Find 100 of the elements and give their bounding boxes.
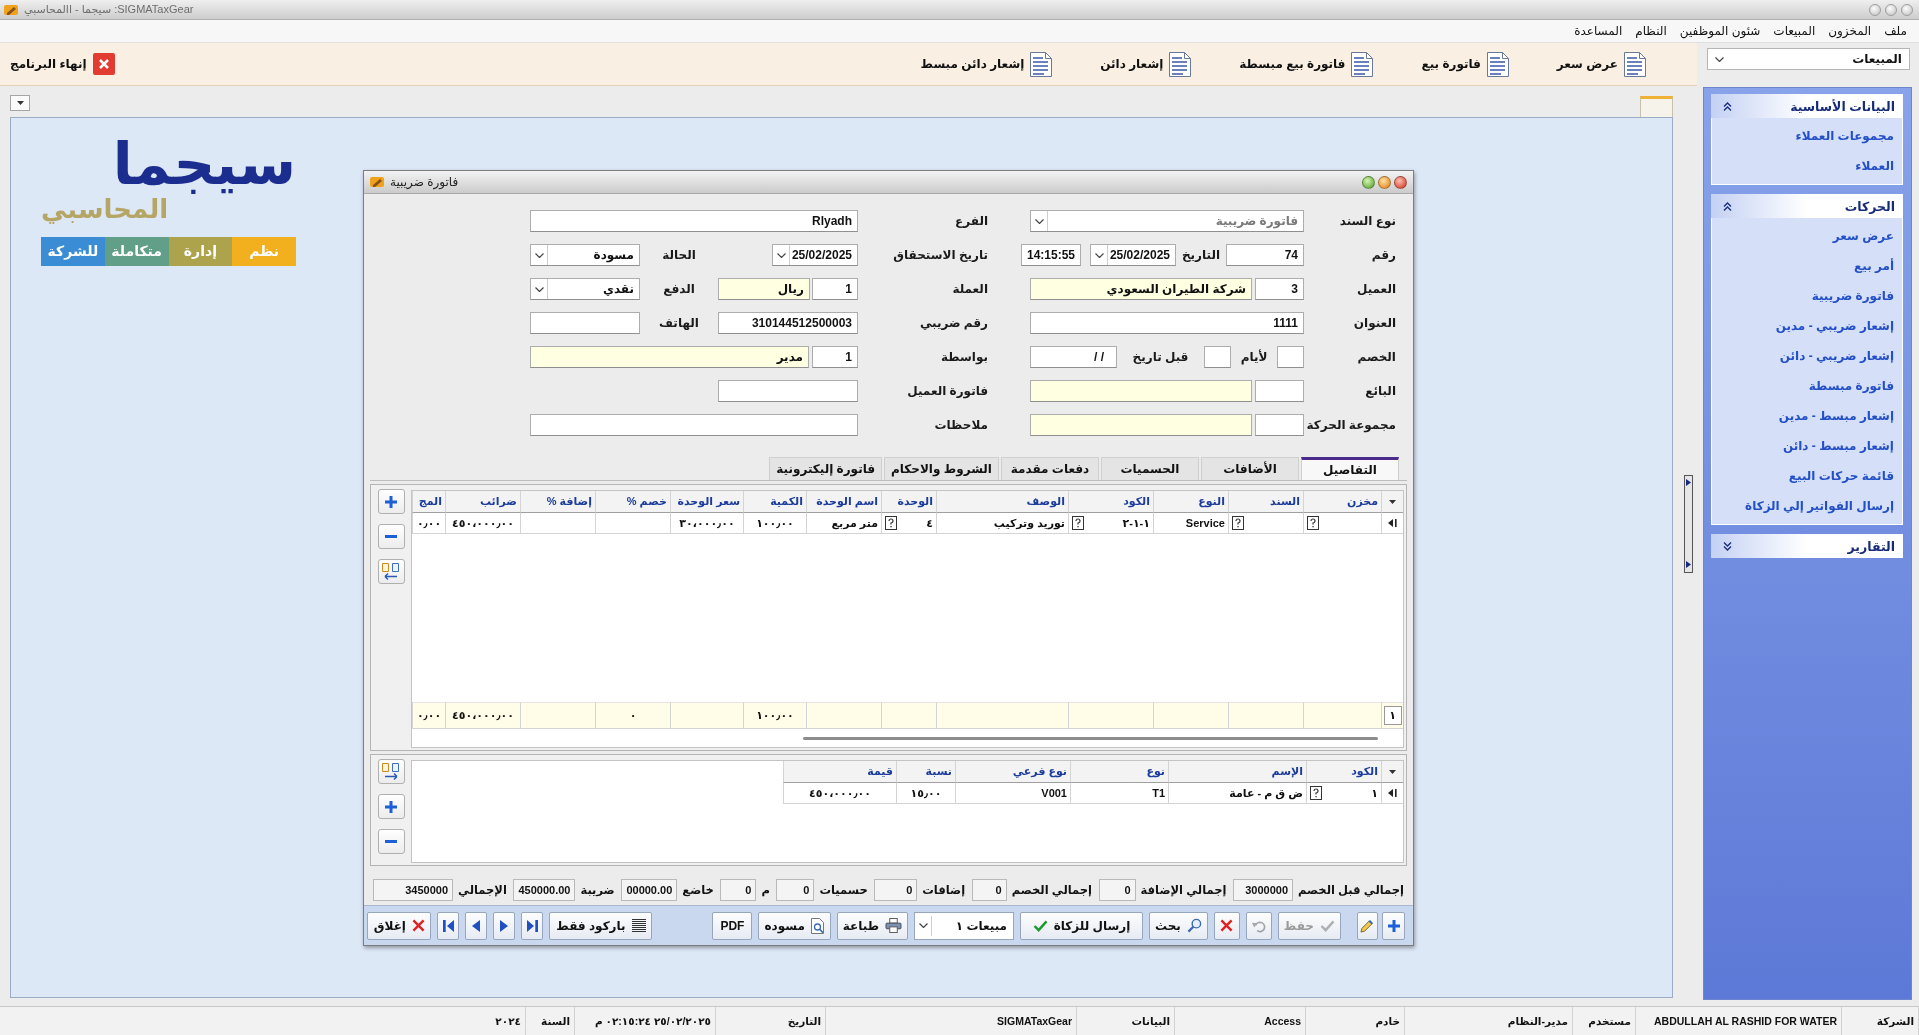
sidebar-item[interactable]: إرسال الفواتير إلي الزكاة [1712,491,1902,521]
group-code-field[interactable] [1255,414,1304,436]
sidebar-item[interactable]: مجموعات العملاء [1712,121,1902,151]
sidebar-item[interactable]: إشعار ضريبي - مدين [1712,311,1902,341]
sidebar-item[interactable]: فاتورة مبسطة [1712,371,1902,401]
payment-select[interactable]: نقدي [530,278,640,300]
close-button[interactable]: إغلاق [367,911,432,940]
toolbar-button[interactable]: عرض سعر [1554,47,1648,81]
menu-item[interactable]: المساعدة [1574,24,1623,38]
status-select[interactable]: مسودة [530,244,640,266]
add-button[interactable] [377,794,405,819]
column-header: الكود [1068,491,1153,513]
field-label: لأيام [1240,350,1268,364]
currency-name-field[interactable]: ريال [718,278,810,300]
minimize-button[interactable] [1869,3,1881,16]
customer-invoice-field[interactable] [718,380,858,402]
toolbar-button[interactable]: فاتورة بيع مبسطة [1237,47,1376,81]
close-button[interactable] [1901,3,1913,16]
tab[interactable]: الشروط والاحكام [884,457,999,480]
document-icon [1169,51,1192,77]
customer-code-field[interactable]: 3 [1255,278,1304,300]
menu-item[interactable]: المخزون [1828,24,1872,38]
sidebar-item[interactable]: العملاء [1712,151,1902,181]
sidebar-item[interactable]: إشعار مبسط - دائن [1712,431,1902,461]
group-header[interactable]: الحركات [1711,194,1903,218]
cancel-button[interactable] [1213,911,1240,940]
sidebar-item[interactable]: إشعار مبسط - مدين [1712,401,1902,431]
barcode-button[interactable]: باركود فقط [549,911,653,940]
branch-field[interactable]: Rlyadh [530,210,858,232]
sidebar-item[interactable]: قائمة حركات البيع [1712,461,1902,491]
horizontal-scrollbar[interactable] [803,736,1378,740]
menu-item[interactable]: شئون الموظفين [1679,24,1761,38]
phone-field[interactable] [530,312,640,334]
copy-button[interactable] [377,559,405,584]
menu-item[interactable]: المبيعات [1773,24,1816,38]
preview-button[interactable]: مسوده [758,911,831,940]
toolbar-button[interactable]: إشعار دائن [1098,47,1194,81]
sidebar-item[interactable]: أمر بيع [1712,251,1902,281]
seller-code-field[interactable] [1255,380,1304,402]
due-date-select[interactable]: 25/02/2025 [772,244,858,266]
menu-item[interactable]: النظام [1635,24,1667,38]
column-header: الكود [1306,761,1381,783]
next-button[interactable] [493,911,516,940]
splitter-handle[interactable] [1684,475,1693,573]
tab[interactable]: فاتورة إليكترونية [769,457,882,480]
discount-field[interactable] [1277,346,1304,368]
remove-button[interactable] [377,829,405,854]
tab[interactable]: الحسميات [1101,457,1199,480]
last-button[interactable] [521,911,544,940]
previous-button[interactable] [465,911,488,940]
toolbar-button[interactable]: إشعار دائن مبسط [918,47,1055,81]
tagline-segment: للشركة [41,236,105,266]
documents-arrow-icon [382,763,400,780]
group-header[interactable]: التقارير [1711,534,1903,558]
sidebar-item[interactable]: عرض سعر [1712,221,1902,251]
group-header[interactable]: البيانات الأساسية [1711,94,1903,118]
tax-number-field[interactable]: 310144512500003 [718,312,858,334]
print-button[interactable]: طباعة [836,911,908,940]
column-header: سعر الوحدة [670,491,743,513]
notes-field[interactable] [530,414,858,436]
send-button[interactable]: إرسال للزكاة [1020,911,1143,940]
by-code-field[interactable]: 1 [812,346,858,368]
exit-button[interactable]: إنهاء البرنامج [8,47,117,81]
module-select[interactable]: المبيعات [1707,48,1910,70]
copy-button[interactable] [377,759,405,784]
pdf-button[interactable]: PDF [712,911,753,940]
tab[interactable]: دفعات مقدمة [1001,457,1099,480]
menu-item[interactable]: ملف [1884,24,1907,38]
search-button[interactable]: بحث [1149,911,1208,940]
toolbar-button[interactable]: فاتورة بيع [1419,47,1511,81]
tab[interactable]: التفاصيل [1301,457,1399,480]
add-button[interactable] [377,489,405,514]
column-header: إضافة % [520,491,595,513]
maximize-button[interactable] [1885,3,1897,16]
customer-name-field[interactable]: شركة الطيران السعودي [1030,278,1252,300]
print-type-select[interactable]: مبيعات ١ [914,911,1014,940]
tab[interactable]: الأضافات [1201,457,1299,480]
add-button[interactable] [1382,911,1405,940]
sidebar-item[interactable]: إشعار ضريبي - دائن [1712,341,1902,371]
time-field[interactable]: 14:15:55 [1020,244,1081,266]
days-field[interactable] [1204,346,1231,368]
remove-button[interactable] [377,524,405,549]
table-cell: ٤٥٠،٠٠٠٫٠٠ [445,513,520,534]
tagline-segment: متكاملة [104,236,169,266]
address-field[interactable]: 1111 [1030,312,1304,334]
dropdown-button[interactable] [10,95,30,111]
date-select[interactable]: 25/02/2025 [1090,244,1176,266]
sidebar-item[interactable]: فاتورة ضريبية [1712,281,1902,311]
column-header: مخزن [1303,491,1381,513]
before-date-field[interactable]: / / [1030,346,1117,368]
column-header: الإسم [1168,761,1306,783]
first-button[interactable] [437,911,460,940]
status-text: SIGMATaxGear [826,1007,1077,1035]
edit-button[interactable] [1357,911,1378,940]
group-name-field[interactable] [1030,414,1252,436]
status-text: الشركة [1842,1007,1919,1035]
currency-code-field[interactable]: 1 [812,278,858,300]
seller-name-field[interactable] [1030,380,1252,402]
number-field[interactable]: 74 [1226,244,1304,266]
by-name-field[interactable]: مدير [530,346,809,368]
